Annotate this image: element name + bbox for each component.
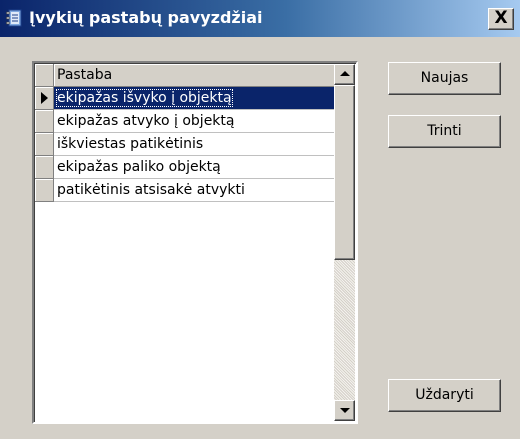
arrow-down-icon — [340, 408, 350, 413]
table-row[interactable]: patikėtinis atsisakė atvykti — [35, 179, 335, 202]
row-indicator[interactable] — [35, 87, 54, 110]
notebook-icon — [6, 9, 22, 27]
window-title: Įvykių pastabų pavyzdžiai — [29, 8, 263, 27]
table-cell[interactable]: ekipažas išvyko į objektą — [54, 87, 335, 110]
scroll-up-button[interactable] — [334, 64, 355, 85]
table-cell[interactable]: ekipažas atvyko į objektą — [54, 110, 335, 133]
row-indicator[interactable] — [35, 110, 54, 133]
grid-body: Pastaba ekipažas išvyko į objektą ekipaž… — [35, 64, 335, 422]
table-cell[interactable]: iškviestas patikėtinis — [54, 133, 335, 156]
row-indicator[interactable] — [35, 156, 54, 179]
close-button[interactable]: Uždaryti — [388, 379, 501, 412]
column-header-pastaba[interactable]: Pastaba — [54, 64, 335, 87]
table-row[interactable]: ekipažas atvyko į objektą — [35, 110, 335, 133]
vertical-scrollbar[interactable] — [334, 64, 355, 421]
table-row[interactable]: ekipažas išvyko į objektą — [35, 87, 335, 110]
delete-button[interactable]: Trinti — [388, 115, 501, 148]
table-cell[interactable]: patikėtinis atsisakė atvykti — [54, 179, 335, 202]
current-row-arrow-icon — [41, 92, 48, 104]
header-indicator-cell — [35, 64, 54, 87]
table-row[interactable]: iškviestas patikėtinis — [35, 133, 335, 156]
row-indicator[interactable] — [35, 133, 54, 156]
table-row[interactable]: ekipažas paliko objektą — [35, 156, 335, 179]
notes-grid[interactable]: Pastaba ekipažas išvyko į objektą ekipaž… — [32, 61, 358, 424]
arrow-up-icon — [340, 71, 350, 76]
row-indicator[interactable] — [35, 179, 54, 202]
dialog-window: Įvykių pastabų pavyzdžiai X Pastaba ekip… — [0, 0, 520, 439]
table-cell[interactable]: ekipažas paliko objektą — [54, 156, 335, 179]
scroll-thumb[interactable] — [334, 85, 355, 260]
new-button[interactable]: Naujas — [388, 62, 501, 95]
grid-header-row: Pastaba — [35, 64, 335, 87]
title-bar[interactable]: Įvykių pastabų pavyzdžiai X — [0, 0, 520, 37]
scroll-down-button[interactable] — [334, 400, 355, 421]
cell-text: ekipažas išvyko į objektą — [56, 89, 233, 107]
close-window-button[interactable]: X — [488, 8, 514, 30]
